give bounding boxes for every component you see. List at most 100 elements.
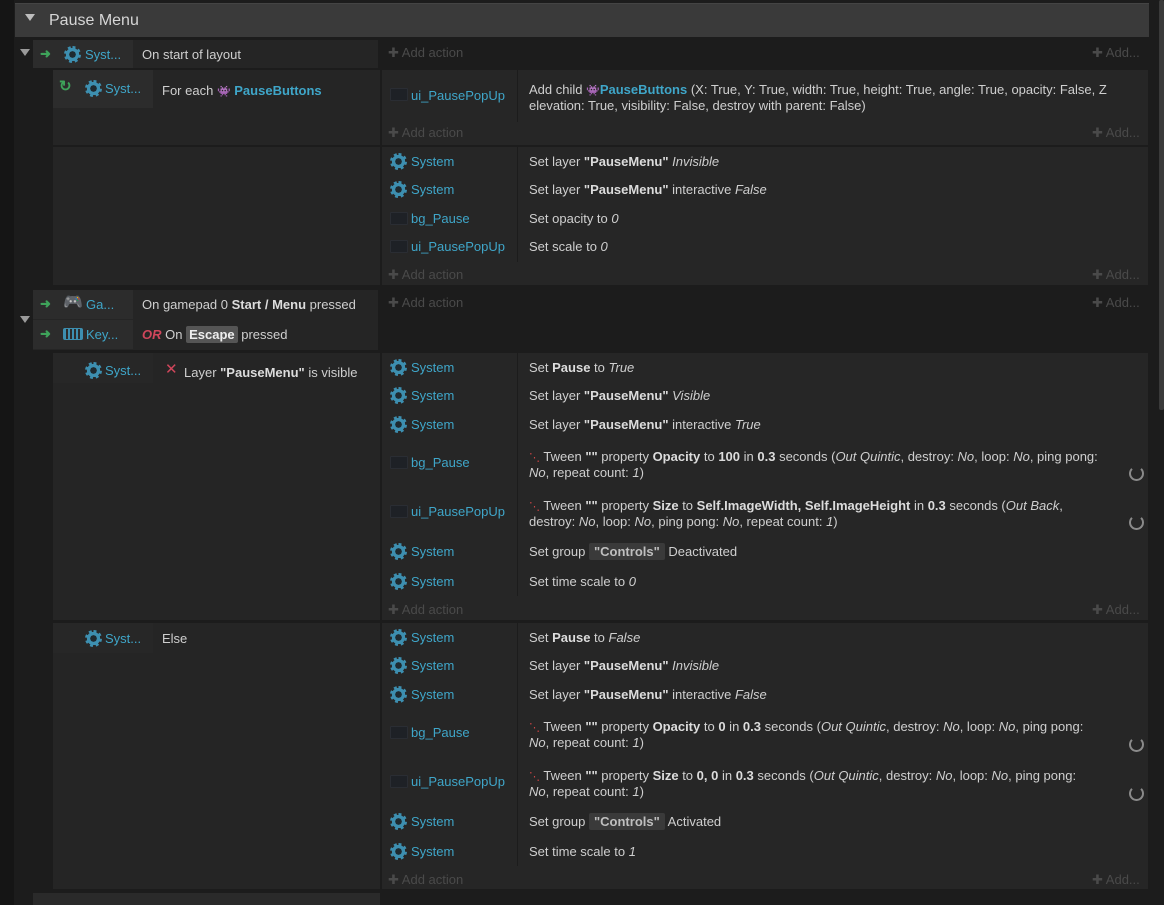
event-sheet: Pause Menu ➜ Syst... On start of layout … <box>0 0 1164 905</box>
sprite-icon <box>390 775 408 788</box>
action-text[interactable]: Set Pause to False <box>529 630 640 646</box>
add-more-link[interactable]: ✚ Add... <box>1092 602 1140 618</box>
subevent-2b-condition-block[interactable] <box>53 623 380 889</box>
sprite-icon <box>390 505 408 518</box>
action-text-line1[interactable]: ⋱ Tween "" property Opacity to 100 in 0.… <box>529 449 1098 466</box>
action-text[interactable]: Set layer "PauseMenu" interactive False <box>529 182 767 198</box>
replay-icon[interactable] <box>1129 786 1144 801</box>
sprite-icon <box>390 726 408 739</box>
action-object: System <box>411 844 455 859</box>
action-object: ui_PausePopUp <box>411 774 505 789</box>
condition-text[interactable]: OR On Escape pressed <box>142 326 288 343</box>
tween-icon: ⋱ <box>529 501 540 513</box>
condition-text[interactable]: Else <box>162 631 187 647</box>
gear-icon <box>85 362 102 379</box>
vertical-scrollbar[interactable] <box>1159 0 1164 410</box>
condition-text: For each 👾 PauseButtons <box>162 83 322 98</box>
condition-object: Ga... <box>86 297 115 312</box>
action-object: bg_Pause <box>411 455 470 470</box>
divider <box>517 70 518 122</box>
add-action-link[interactable]: ✚ Add action <box>388 295 463 311</box>
action-text-line1[interactable]: ⋱ Tween "" property Opacity to 0 in 0.3 … <box>529 719 1083 736</box>
trigger-arrow-icon: ➜ <box>40 326 51 341</box>
action-text[interactable]: Set time scale to 1 <box>529 844 636 860</box>
action-text-line2[interactable]: No, repeat count: 1) <box>529 784 644 800</box>
action-text[interactable]: Set group "Controls" Deactivated <box>529 543 737 560</box>
subevent-1b-condition-block[interactable] <box>53 147 380 285</box>
gear-icon <box>390 387 407 404</box>
action-text[interactable]: Set scale to 0 <box>529 239 608 255</box>
action-text[interactable]: Set time scale to 0 <box>529 574 636 590</box>
action-text[interactable]: Set layer "PauseMenu" Invisible <box>529 658 719 674</box>
divider <box>517 147 518 262</box>
gear-icon <box>64 46 81 63</box>
replay-icon[interactable] <box>1129 466 1144 481</box>
sprite-icon: 👾 <box>586 85 600 97</box>
action-object: bg_Pause <box>411 725 470 740</box>
loop-icon: ↻ <box>59 78 72 95</box>
replay-icon[interactable] <box>1129 515 1144 530</box>
action-text-line1[interactable]: ⋱ Tween "" property Size to Self.ImageWi… <box>529 498 1063 515</box>
add-more-link[interactable]: ✚ Add... <box>1092 125 1140 141</box>
trigger-arrow-icon: ➜ <box>40 296 51 311</box>
collapse-triangle-icon[interactable] <box>20 49 30 56</box>
sprite-icon <box>390 240 408 253</box>
action-object: System <box>411 630 455 645</box>
divider <box>517 623 518 866</box>
action-object: System <box>411 360 455 375</box>
action-text-line2[interactable]: destroy: No, loop: No, ping pong: No, re… <box>529 514 838 530</box>
add-action-link[interactable]: ✚ Add action <box>388 45 463 61</box>
gear-icon <box>85 80 102 97</box>
next-event-block[interactable] <box>33 893 380 905</box>
action-text[interactable]: Set layer "PauseMenu" Visible <box>529 388 710 404</box>
action-text-line2[interactable]: No, repeat count: 1) <box>529 465 644 481</box>
action-object: System <box>411 658 455 673</box>
condition-object: Syst... <box>105 363 142 378</box>
condition-object: Syst... <box>105 631 142 646</box>
action-text[interactable]: Set layer "PauseMenu" interactive False <box>529 687 767 703</box>
action-object: ui_PausePopUp <box>411 88 505 103</box>
sprite-icon: 👾 <box>216 86 231 98</box>
gear-icon <box>390 629 407 646</box>
gamepad-icon: 🎮 <box>63 294 83 311</box>
subevent-2b-actions <box>382 623 1148 889</box>
add-more-link[interactable]: ✚ Add... <box>1092 295 1140 311</box>
group-title: Pause Menu <box>49 12 139 29</box>
gear-icon <box>390 181 407 198</box>
divider <box>517 353 518 596</box>
tween-icon: ⋱ <box>529 771 540 783</box>
action-text[interactable]: Set Pause to True <box>529 360 634 376</box>
action-text-line1[interactable]: Add child 👾PauseButtons (X: True, Y: Tru… <box>529 82 1107 99</box>
action-object: System <box>411 544 455 559</box>
add-action-link[interactable]: ✚ Add action <box>388 267 463 283</box>
action-object: System <box>411 814 455 829</box>
gear-icon <box>390 416 407 433</box>
action-object: System <box>411 154 455 169</box>
group-header[interactable]: Pause Menu <box>15 3 1149 37</box>
add-action-link[interactable]: ✚ Add action <box>388 872 463 888</box>
collapse-triangle-icon[interactable] <box>20 316 30 323</box>
condition-object: Syst... <box>85 47 122 62</box>
action-object: System <box>411 388 455 403</box>
add-more-link[interactable]: ✚ Add... <box>1092 45 1140 61</box>
gear-icon <box>390 686 407 703</box>
condition-text[interactable]: Layer "PauseMenu" is visible <box>184 365 357 381</box>
collapse-triangle-icon[interactable] <box>25 14 35 21</box>
condition-object: Key... <box>86 327 119 342</box>
action-text[interactable]: Set group "Controls" Activated <box>529 813 721 830</box>
action-object: System <box>411 182 455 197</box>
action-text-line1[interactable]: ⋱ Tween "" property Size to 0, 0 in 0.3 … <box>529 768 1076 785</box>
action-text-line2[interactable]: No, repeat count: 1) <box>529 735 644 751</box>
condition-text[interactable]: On gamepad 0 Start / Menu pressed <box>142 297 356 313</box>
action-text[interactable]: Set opacity to 0 <box>529 211 619 227</box>
replay-icon[interactable] <box>1129 737 1144 752</box>
keyboard-icon <box>63 328 83 340</box>
add-action-link[interactable]: ✚ Add action <box>388 602 463 618</box>
add-more-link[interactable]: ✚ Add... <box>1092 267 1140 283</box>
subevent-2a-condition-block[interactable] <box>53 353 380 620</box>
add-more-link[interactable]: ✚ Add... <box>1092 872 1140 888</box>
add-action-link[interactable]: ✚ Add action <box>388 125 463 141</box>
action-text[interactable]: Set layer "PauseMenu" Invisible <box>529 154 719 170</box>
action-text-line2[interactable]: elevation: True, visibility: False, dest… <box>529 98 866 114</box>
action-text[interactable]: Set layer "PauseMenu" interactive True <box>529 417 761 433</box>
